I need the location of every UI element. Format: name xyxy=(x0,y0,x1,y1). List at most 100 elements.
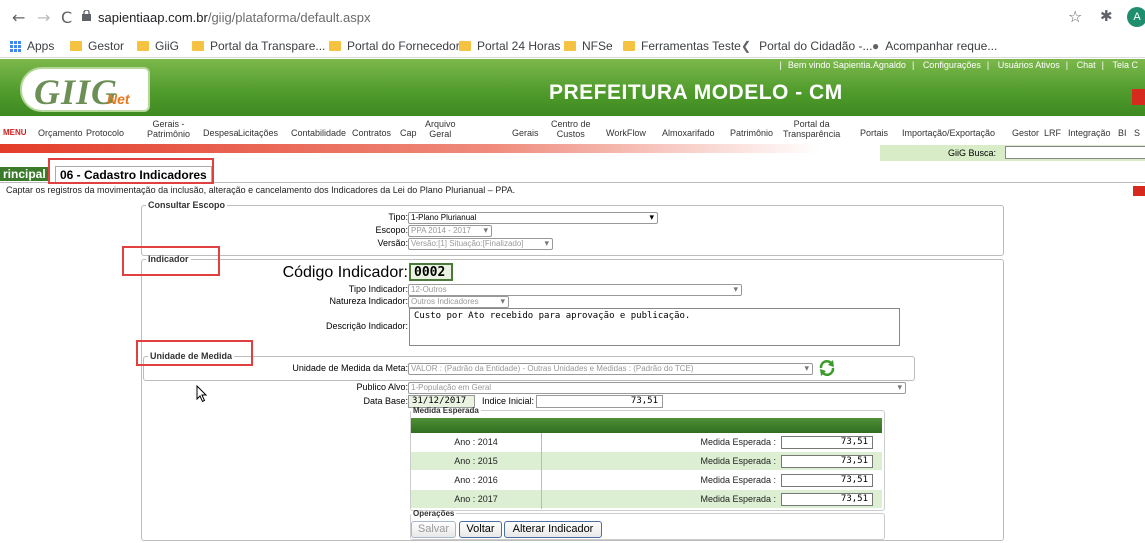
giig-logo: GIIG Net xyxy=(20,67,150,112)
table-header xyxy=(411,418,882,433)
chevron-down-icon: ▾ xyxy=(804,363,809,373)
bookmark-item[interactable]: ❮ Portal do Cidadão -... xyxy=(741,39,872,53)
menu-centro-custos[interactable]: Centro de Custos xyxy=(551,119,591,139)
voltar-button[interactable]: Voltar xyxy=(459,521,502,538)
menu-protocolo[interactable]: Protocolo xyxy=(86,128,124,138)
descricao-textarea[interactable]: Custo por Ato recebido para aprovação e … xyxy=(409,308,900,346)
meta-select[interactable]: VALOR : (Padrão da Entidade) - Outras Un… xyxy=(408,363,813,375)
folder-icon xyxy=(564,41,576,51)
refresh-icon[interactable] xyxy=(818,359,836,377)
menu-divider xyxy=(0,144,820,153)
menu-contabilidade[interactable]: Contabilidade xyxy=(291,128,346,138)
back-icon[interactable]: ← xyxy=(12,8,25,27)
menu-cap[interactable]: Cap xyxy=(400,128,417,138)
chevron-left-icon: ❮ xyxy=(741,39,752,53)
bookmark-item[interactable]: Portal 24 Horas xyxy=(459,39,560,53)
chevron-down-icon: ▾ xyxy=(483,225,488,235)
bookmark-item[interactable]: Portal da Transpare... xyxy=(192,39,325,53)
tipo-indicador-select[interactable]: 12-Outros ▾ xyxy=(408,284,742,296)
menu-workflow[interactable]: WorkFlow xyxy=(606,128,646,138)
forward-icon[interactable]: → xyxy=(37,8,50,27)
menu-gerais[interactable]: Gerais xyxy=(512,128,539,138)
menu-integracao[interactable]: Integração xyxy=(1068,128,1111,138)
url-host: sapientiaap.com.br xyxy=(98,10,208,25)
table-row: Ano : 2014 Medida Esperada :73,51 xyxy=(411,433,882,452)
exit-icon[interactable] xyxy=(1132,89,1145,105)
bookmark-item[interactable]: NFSe xyxy=(564,39,613,53)
address-bar[interactable]: sapientiaap.com.br/giig/plataforma/defau… xyxy=(98,10,370,25)
codigo-label: Código Indicador: xyxy=(282,264,408,281)
menu-contratos[interactable]: Contratos xyxy=(352,128,391,138)
bookmark-item[interactable]: Gestor xyxy=(70,39,124,53)
chevron-down-icon: ▾ xyxy=(897,382,902,392)
menu-gestor[interactable]: Gestor xyxy=(1012,128,1039,138)
menu-patrimonio[interactable]: Patrimônio xyxy=(730,128,773,138)
codigo-input[interactable]: 0002 xyxy=(409,263,453,281)
tela-link[interactable]: Tela C xyxy=(1112,60,1138,70)
menu-portais[interactable]: Portais xyxy=(860,128,888,138)
search-input[interactable] xyxy=(1005,146,1145,159)
welcome-text: Bem vindo Sapientia.Agnaldo xyxy=(787,60,906,70)
versao-select[interactable]: Versão:[1] Situação:[Finalizado] ▾ xyxy=(408,238,553,250)
medida-input[interactable]: 73,51 xyxy=(781,455,873,468)
folder-icon xyxy=(70,41,82,51)
consultar-legend: Consultar Escopo xyxy=(148,200,226,210)
menu-arquivo-geral[interactable]: Arquivo Geral xyxy=(425,119,456,139)
extensions-icon[interactable]: ✱ xyxy=(1100,7,1113,25)
menu-bi[interactable]: BI xyxy=(1118,128,1127,138)
tipo-select[interactable]: 1-Plano Plurianual ▾ xyxy=(408,212,658,224)
escopo-select[interactable]: PPA 2014 - 2017 ▾ xyxy=(408,225,492,237)
chat-link[interactable]: Chat xyxy=(1077,60,1096,70)
folder-icon xyxy=(623,41,635,51)
menu-gerais-patrimonio[interactable]: Gerais - Patrimônio xyxy=(147,119,190,139)
operacoes-legend: Operações xyxy=(413,509,455,518)
main-menu: MENU Orçamento Protocolo Gerais - Patrimô… xyxy=(0,117,1145,145)
page-description: Captar os registros da movimentação da i… xyxy=(6,185,516,195)
menu-licitacoes[interactable]: Licitações xyxy=(238,128,278,138)
reload-icon[interactable]: C xyxy=(61,8,72,27)
annotation-box xyxy=(122,246,220,276)
medida-input[interactable]: 73,51 xyxy=(781,436,873,449)
consultar-escopo-fieldset: Consultar Escopo xyxy=(141,200,1004,256)
bookmark-item[interactable]: Ferramentas Teste xyxy=(623,39,741,53)
versao-label: Versão: xyxy=(377,238,408,248)
chevron-down-icon: ▾ xyxy=(544,238,549,248)
chevron-down-icon: ▾ xyxy=(500,296,505,306)
publico-select[interactable]: 1-População em Geral ▾ xyxy=(408,382,906,394)
menu-orcamento[interactable]: Orçamento xyxy=(38,128,83,138)
tab-principal[interactable]: rincipal xyxy=(0,167,49,181)
natureza-select[interactable]: Outros Indicadores ▾ xyxy=(408,296,509,308)
descricao-label: Descrição Indicador: xyxy=(325,321,408,331)
active-users-link[interactable]: Usuários Ativos xyxy=(998,60,1060,70)
bookmarks-bar: Apps Gestor GiiG Portal da Transpare... … xyxy=(0,34,1145,58)
menu-s[interactable]: S xyxy=(1134,128,1140,138)
menu-almoxarifado[interactable]: Almoxarifado xyxy=(662,128,715,138)
medida-input[interactable]: 73,51 xyxy=(781,474,873,487)
annotation-box xyxy=(136,340,253,366)
publico-label: Publico Alvo: xyxy=(356,382,408,392)
chevron-down-icon: ▾ xyxy=(649,212,654,222)
github-icon: ● xyxy=(872,39,880,53)
bookmark-item[interactable]: ● Acompanhar reque... xyxy=(872,39,997,53)
star-icon[interactable]: ☆ xyxy=(1068,7,1082,26)
medida-legend: Medida Esperada xyxy=(413,406,479,415)
menu-importacao[interactable]: Importação/Exportação xyxy=(902,128,995,138)
close-icon[interactable] xyxy=(1133,186,1145,196)
menu-lrf[interactable]: LRF xyxy=(1044,128,1061,138)
bookmark-apps[interactable]: Apps xyxy=(10,39,54,53)
medida-table: Ano : 2014 Medida Esperada :73,51 Ano : 2… xyxy=(411,418,882,509)
search-label: GiiG Busca: xyxy=(948,148,997,158)
avatar[interactable]: A xyxy=(1127,7,1145,27)
menu-despesa[interactable]: Despesa xyxy=(203,128,239,138)
apps-icon xyxy=(10,40,21,52)
menu-portal-transparencia[interactable]: Portal da Transparência xyxy=(783,119,840,139)
bookmark-item[interactable]: Portal do Fornecedor xyxy=(329,39,460,53)
database-label: Data Base: xyxy=(363,396,408,406)
medida-input[interactable]: 73,51 xyxy=(781,493,873,506)
url-path: /giig/plataforma/default.aspx xyxy=(207,10,371,25)
bookmark-item[interactable]: GiiG xyxy=(137,39,179,53)
tipo-label: Tipo: xyxy=(388,212,408,222)
config-link[interactable]: Configurações xyxy=(923,60,981,70)
alterar-indicador-button[interactable]: Alterar Indicador xyxy=(504,521,602,538)
salvar-button[interactable]: Salvar xyxy=(411,521,456,538)
